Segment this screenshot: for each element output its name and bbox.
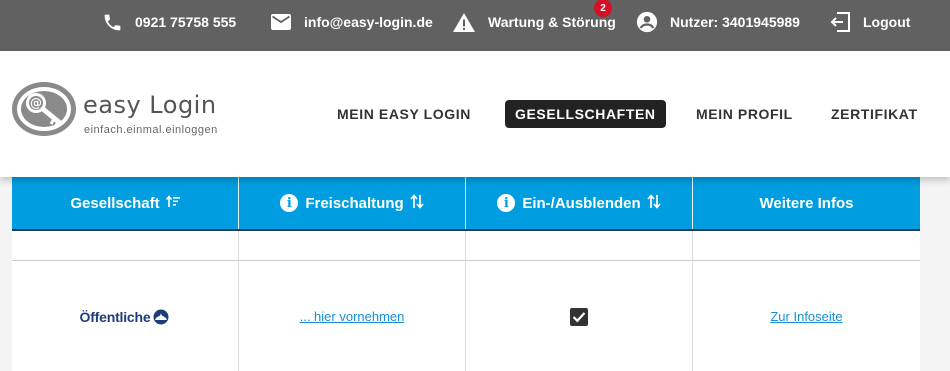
nav-label-active: GESELLSCHAFTEN [505,100,666,128]
nav-item-mein-profil[interactable]: MEIN PROFIL [696,51,793,177]
svg-text:@: @ [30,96,42,110]
activation-cell: ... hier vornehmen [239,262,466,371]
nav-label: MEIN PROFIL [696,106,793,122]
company-logo: Öffentliche [80,309,171,325]
email-contact[interactable]: info@easy-login.de [270,0,433,44]
logo-key-icon: @ [12,82,76,136]
site-header: @ easy Login einfach.einmal.einloggen ME… [0,51,950,177]
logo-wordmark: easy Login [83,91,217,119]
logo-tagline: einfach.einmal.einloggen [84,124,218,136]
info-page-link[interactable]: Zur Infoseite [770,309,842,324]
company-name: Öffentliche [79,308,151,325]
visibility-checkbox[interactable] [570,307,588,326]
nav-item-mein-easy-login[interactable]: MEIN EASY LOGIN [337,51,471,177]
filter-row [12,231,920,261]
info-icon[interactable]: i [280,194,299,212]
table-cell [466,231,693,260]
column-header-label: Freischaltung [305,194,404,212]
info-icon[interactable]: i [497,194,516,212]
user-info[interactable]: Nutzer: 3401945989 [636,0,800,44]
email-label: info@easy-login.de [304,14,433,30]
mail-icon [270,13,292,31]
user-label: Nutzer: 3401945989 [670,14,800,30]
logout-icon [829,12,851,32]
sort-desc-icon [165,194,180,212]
nav-item-zertifikat[interactable]: ZERTIFIKAT [831,51,918,177]
column-header-label: Ein-/Ausblenden [522,194,641,212]
company-cell: Öffentliche [12,262,239,371]
table-header: Gesellschaft i Freischaltung i Ein-/Ausb… [12,177,920,231]
logo[interactable]: @ easy Login einfach.einmal.einloggen [10,79,230,141]
maintenance-label: Wartung & Störung [488,14,616,30]
logout-label: Logout [863,14,911,30]
table-cell [239,231,466,260]
column-header-gesellschaft[interactable]: Gesellschaft [12,177,239,229]
checkmark-icon [572,311,586,322]
table-row: Öffentliche ... hier vornehmen Zur Infos… [12,262,920,371]
warning-icon [452,12,476,33]
table-cell [12,231,239,260]
table-cell [693,231,920,260]
visibility-cell [466,262,693,371]
nav-label: MEIN EASY LOGIN [337,106,471,122]
logout-button[interactable]: Logout [829,0,910,44]
info-cell: Zur Infoseite [693,262,920,371]
nav-item-gesellschaften[interactable]: GESELLSCHAFTEN [505,51,666,177]
column-header-label: Weitere Infos [759,194,854,212]
sort-both-icon [647,193,661,213]
company-emblem-icon [153,309,169,324]
sort-both-icon [410,193,424,213]
phone-label: 0921 75758 555 [135,14,237,30]
phone-icon [102,12,123,33]
account-circle-icon [636,11,658,33]
column-header-weitere-infos: Weitere Infos [693,177,920,229]
activation-link[interactable]: ... hier vornehmen [300,309,405,324]
column-header-ein-ausblenden[interactable]: i Ein-/Ausblenden [466,177,693,229]
nav-label: ZERTIFIKAT [831,106,918,122]
companies-table: Gesellschaft i Freischaltung i Ein-/Ausb… [12,177,920,371]
top-bar: 0921 75758 555 info@easy-login.de Wartun… [0,0,950,51]
column-header-label: Gesellschaft [70,194,160,212]
column-header-freischaltung[interactable]: i Freischaltung [239,177,466,229]
phone-contact[interactable]: 0921 75758 555 [102,0,236,44]
maintenance-link[interactable]: Wartung & Störung 2 [452,0,616,44]
